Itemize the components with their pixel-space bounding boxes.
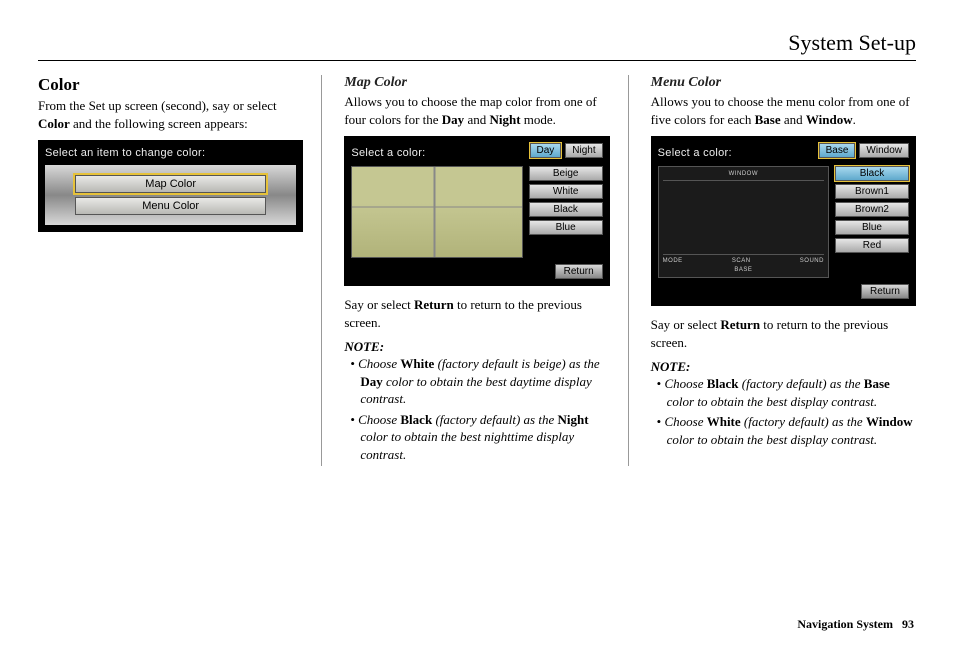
text: (factory default) as the — [739, 376, 864, 391]
heading-menu-color: Menu Color — [651, 75, 916, 91]
screenshot-menu-color: Select a color: Base Window WINDOW MODE … — [651, 136, 916, 306]
ss2-prompt: Select a color: — [351, 147, 425, 159]
column-color: Color From the Set up screen (second), s… — [38, 75, 322, 466]
text: Choose — [358, 412, 400, 427]
text: and the following screen appears: — [70, 116, 248, 131]
text: (factory default) as the — [741, 414, 866, 429]
return-word: Return — [720, 317, 760, 332]
screenshot-map-color: Select a color: Day Night Beige White Bl… — [344, 136, 609, 286]
ss3-color-blue[interactable]: Blue — [835, 220, 909, 235]
ss3-tab-window[interactable]: Window — [859, 143, 909, 158]
text: color to obtain the best daytime display… — [360, 374, 591, 407]
ss3-preview-base-label: BASE — [663, 267, 824, 273]
ss3-color-options: Black Brown1 Brown2 Blue Red — [835, 166, 909, 253]
page-footer: Navigation System 93 — [797, 617, 914, 632]
text: . — [853, 112, 856, 127]
ss3-color-black[interactable]: Black — [835, 166, 909, 181]
ss2-map-preview — [351, 166, 522, 258]
ss1-menu-list: Map Color Menu Color — [45, 165, 296, 225]
bold-word: Day — [360, 374, 382, 389]
screenshot-select-item: Select an item to change color: Map Colo… — [38, 140, 303, 232]
window-word: Window — [806, 112, 853, 127]
bold-word: Base — [864, 376, 890, 391]
base-word: Base — [755, 112, 781, 127]
ss3-tab-row: Base Window — [819, 143, 909, 158]
ss3-return-button[interactable]: Return — [861, 284, 909, 299]
text: and — [781, 112, 806, 127]
bold-word: White — [400, 356, 434, 371]
text: Choose — [664, 376, 706, 391]
ss2-tab-day[interactable]: Day — [530, 143, 562, 158]
intro-color: From the Set up screen (second), say or … — [38, 97, 303, 132]
note-label-map: NOTE: — [344, 339, 609, 355]
setup-word: Set up — [89, 98, 122, 113]
ss3-preview-window-label: WINDOW — [663, 171, 824, 177]
footer-page-number: 93 — [902, 617, 914, 631]
text: and — [464, 112, 489, 127]
ss3-preview-mode-label: MODE — [663, 258, 683, 264]
footer-label: Navigation System — [797, 617, 893, 631]
return-instruction-map: Say or select Return to return to the pr… — [344, 296, 609, 331]
bold-word: Black — [707, 376, 739, 391]
ss2-tab-row: Day Night — [530, 143, 603, 158]
column-map-color: Map Color Allows you to choose the map c… — [344, 75, 628, 466]
note-item: Choose Black (factory default) as the Ba… — [653, 375, 916, 410]
text: Choose — [664, 414, 706, 429]
ss3-color-brown2[interactable]: Brown2 — [835, 202, 909, 217]
note-list-menu: Choose Black (factory default) as the Ba… — [651, 375, 916, 448]
bold-word: Window — [866, 414, 913, 429]
ss2-return-row: Return — [351, 264, 602, 279]
ss1-menu-color-button[interactable]: Menu Color — [75, 197, 266, 215]
ss1-map-color-button[interactable]: Map Color — [75, 175, 266, 193]
note-item: Choose White (factory default) as the Wi… — [653, 413, 916, 448]
return-word: Return — [414, 297, 454, 312]
ss2-color-black[interactable]: Black — [529, 202, 603, 217]
ss2-color-blue[interactable]: Blue — [529, 220, 603, 235]
ss3-tab-base[interactable]: Base — [819, 143, 856, 158]
text: screen (second), say or select — [121, 98, 276, 113]
ss2-color-options: Beige White Black Blue — [529, 166, 603, 235]
heading-map-color: Map Color — [344, 75, 609, 91]
ss3-preview-scan-label: SCAN — [732, 258, 751, 264]
ss3-preview-sound-label: SOUND — [800, 258, 824, 264]
note-list-map: Choose White (factory default is beige) … — [344, 355, 609, 463]
content-columns: Color From the Set up screen (second), s… — [38, 75, 916, 466]
ss3-menu-preview: WINDOW MODE SCAN SOUND BASE — [658, 166, 829, 278]
text: Say or select — [344, 297, 414, 312]
intro-menu-color: Allows you to choose the menu color from… — [651, 93, 916, 128]
ss2-color-white[interactable]: White — [529, 184, 603, 199]
text: color to obtain the best display contras… — [667, 394, 878, 409]
ss3-prompt: Select a color: — [658, 147, 732, 159]
text: Say or select — [651, 317, 721, 332]
ss3-color-brown1[interactable]: Brown1 — [835, 184, 909, 199]
text: mode. — [521, 112, 556, 127]
day-word: Day — [442, 112, 464, 127]
text: (factory default) as the — [432, 412, 557, 427]
bold-word: White — [707, 414, 741, 429]
text: Choose — [358, 356, 400, 371]
note-label-menu: NOTE: — [651, 359, 916, 375]
heading-color: Color — [38, 75, 303, 95]
color-word: Color — [38, 116, 70, 131]
column-menu-color: Menu Color Allows you to choose the menu… — [651, 75, 916, 466]
text: (factory default is beige) as the — [434, 356, 599, 371]
note-item: Choose Black (factory default) as the Ni… — [346, 411, 609, 464]
bold-word: Black — [400, 412, 432, 427]
text: color to obtain the best display contras… — [667, 432, 878, 447]
night-word: Night — [489, 112, 520, 127]
ss3-color-red[interactable]: Red — [835, 238, 909, 253]
bold-word: Night — [557, 412, 588, 427]
ss1-prompt: Select an item to change color: — [45, 147, 296, 159]
page-title: System Set-up — [38, 30, 916, 61]
note-item: Choose White (factory default is beige) … — [346, 355, 609, 408]
return-instruction-menu: Say or select Return to return to the pr… — [651, 316, 916, 351]
ss2-return-button[interactable]: Return — [555, 264, 603, 279]
text: From the — [38, 98, 89, 113]
text: color to obtain the best nighttime displ… — [360, 429, 574, 462]
ss2-color-beige[interactable]: Beige — [529, 166, 603, 181]
ss2-tab-night[interactable]: Night — [565, 143, 602, 158]
ss3-return-row: Return — [658, 284, 909, 299]
intro-map-color: Allows you to choose the map color from … — [344, 93, 609, 128]
